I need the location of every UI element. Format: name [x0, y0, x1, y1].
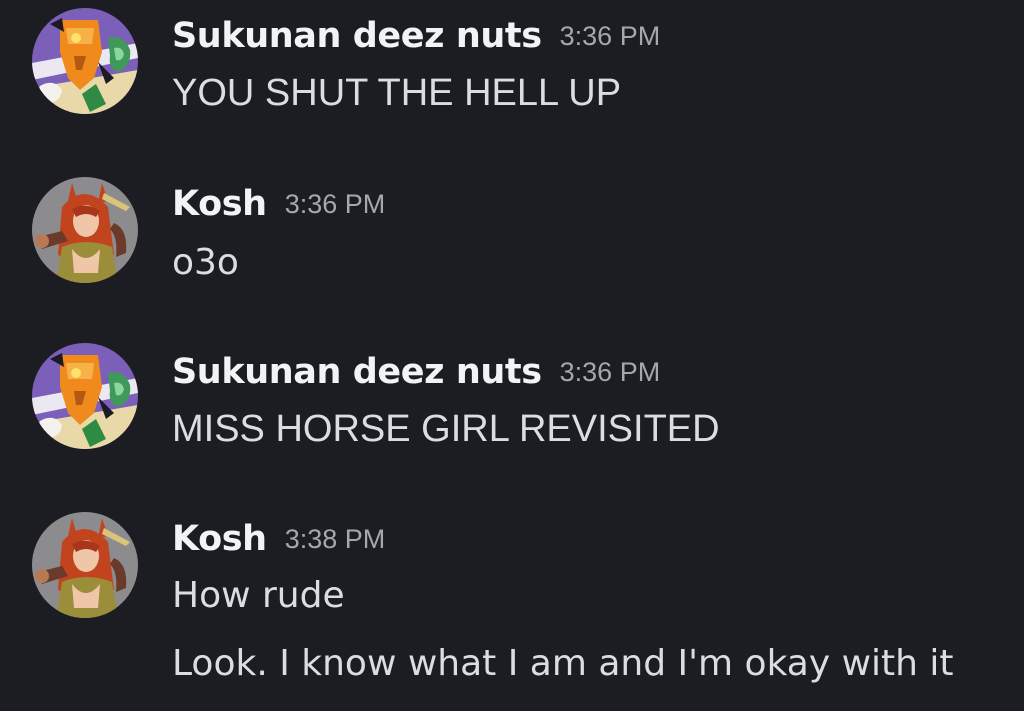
kosh-avatar-image [32, 512, 138, 618]
message-item: Kosh 3:38 PM How rude Look. I know what I… [0, 505, 1024, 711]
message-item: Sukunan deez nuts 3:36 PM YOU SHUT THE HE… [0, 0, 1024, 130]
avatar[interactable] [32, 512, 138, 618]
message-text: MISS HORSE GIRL REVISITED [172, 408, 720, 450]
message-text: YOU SHUT THE HELL UP [172, 72, 622, 114]
timestamp: 3:36 PM [559, 21, 661, 51]
message-item: Kosh 3:36 PM o3o [0, 170, 1024, 300]
timestamp: 3:36 PM [284, 189, 386, 219]
avatar[interactable] [32, 343, 138, 449]
sukunan-avatar-image [32, 343, 138, 449]
username[interactable]: Sukunan deez nuts [172, 16, 542, 56]
username[interactable]: Kosh [172, 519, 267, 559]
username[interactable]: Sukunan deez nuts [172, 352, 542, 392]
avatar[interactable] [32, 177, 138, 283]
message-text: Look. I know what I am and I'm okay with… [172, 643, 954, 684]
message-text: o3o [172, 242, 239, 283]
timestamp: 3:38 PM [284, 524, 386, 554]
sukunan-avatar-image [32, 8, 138, 114]
message-item: Sukunan deez nuts 3:36 PM MISS HORSE GIRL… [0, 336, 1024, 466]
timestamp: 3:36 PM [559, 357, 661, 387]
message-text: How rude [172, 575, 345, 616]
avatar[interactable] [32, 8, 138, 114]
username[interactable]: Kosh [172, 184, 267, 224]
kosh-avatar-image [32, 177, 138, 283]
